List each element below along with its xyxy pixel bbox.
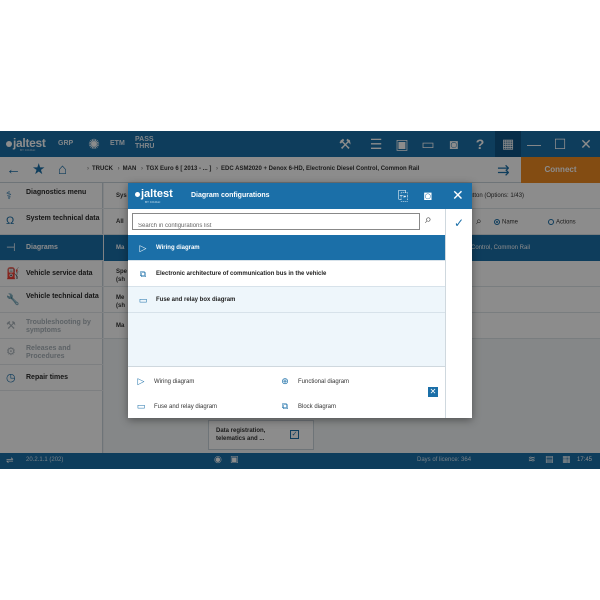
block-diagram-icon: ⧉ (139, 269, 147, 279)
dialog-header: jaltest BY COJALI Diagram configurations… (128, 183, 472, 209)
search-icon[interactable]: ⌕ (425, 212, 432, 227)
legend-functional: ⊕ Functional diagram (278, 376, 349, 387)
confirm-check-button[interactable]: ✓ (454, 216, 464, 230)
search-field[interactable] (132, 213, 420, 234)
wiring-diagram-icon: ▷ (137, 376, 145, 386)
list-item-electronic-architecture[interactable]: ⧉ Electronic architecture of communicati… (128, 261, 445, 287)
list-item-wiring-diagram[interactable]: ▷ Wiring diagram (128, 235, 445, 261)
dialog-title: Diagram configurations (191, 192, 270, 199)
legend-wiring: ▷ Wiring diagram (134, 376, 195, 387)
legend-block: ⧉ Block diagram (278, 401, 336, 412)
fuse-icon: ▭ (136, 401, 146, 411)
configurations-list: ▷ Wiring diagram ⧉ Electronic architectu… (128, 235, 445, 366)
list-item-fuse-relay-box[interactable]: ▭ Fuse and relay box diagram (128, 287, 445, 313)
camera-icon[interactable]: ◙ (424, 187, 432, 205)
diagram-configurations-dialog: jaltest BY COJALI Diagram configurations… (128, 183, 472, 418)
dialog-logo: jaltest (135, 188, 173, 200)
fuse-icon: ▭ (138, 295, 148, 305)
dialog-logo-subtitle: BY COJALI (145, 200, 161, 204)
search-input[interactable] (133, 218, 419, 234)
diagram-export-icon[interactable]: ⎘ (398, 187, 408, 205)
dialog-side-actions: ✓ (445, 209, 472, 418)
app-screen: jaltest BY COJALI GRP ✺ ETM PASS THRU ⚒ … (0, 131, 600, 469)
functional-diagram-icon: ⊕ (281, 376, 289, 386)
legend-fuse: ▭ Fuse and relay diagram (134, 401, 217, 412)
legend-close-button[interactable]: ✕ (428, 387, 438, 397)
diagram-type-legend: ▷ Wiring diagram ⊕ Functional diagram ▭ Fus… (128, 366, 445, 418)
block-diagram-icon: ⧉ (281, 401, 289, 411)
wiring-diagram-icon: ▷ (139, 243, 147, 253)
dialog-close-button[interactable]: ✕ (452, 187, 464, 204)
